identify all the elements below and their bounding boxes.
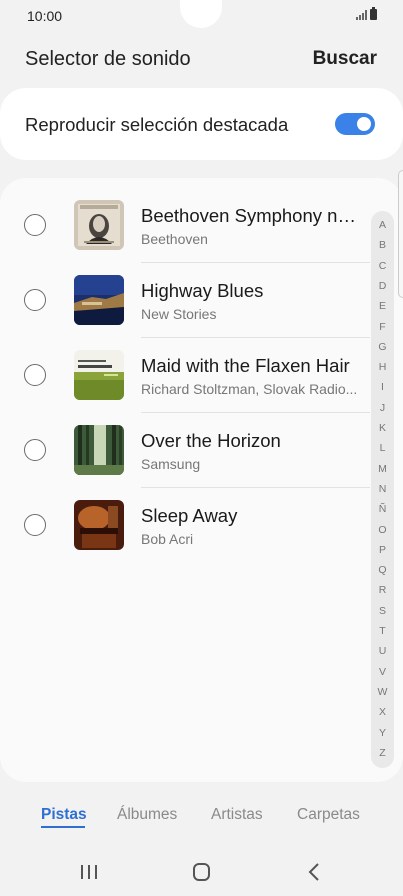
- radio-button[interactable]: [24, 514, 46, 536]
- index-letter[interactable]: E: [371, 300, 394, 312]
- index-letter[interactable]: W: [371, 686, 394, 698]
- track-artist: Samsung: [141, 456, 201, 472]
- page-title: Selector de sonido: [25, 48, 191, 70]
- tab-carpetas[interactable]: Carpetas: [297, 806, 360, 824]
- index-letter[interactable]: M: [371, 463, 394, 475]
- track-artist: Bob Acri: [141, 531, 194, 547]
- index-letter[interactable]: D: [371, 280, 394, 292]
- index-letter[interactable]: Z: [371, 747, 394, 759]
- radio-button[interactable]: [24, 289, 46, 311]
- track-artist: Richard Stoltzman, Slovak Radio...: [141, 381, 358, 397]
- list-item[interactable]: Sleep Away Bob Acri: [0, 478, 403, 553]
- radio-button[interactable]: [24, 214, 46, 236]
- highlight-setting-label: Reproducir selección destacada: [25, 114, 289, 135]
- index-letter[interactable]: Q: [371, 564, 394, 576]
- index-letter[interactable]: G: [371, 341, 394, 353]
- back-icon: [308, 863, 319, 881]
- radio-button[interactable]: [24, 439, 46, 461]
- index-letter[interactable]: K: [371, 422, 394, 434]
- track-title: Maid with the Flaxen Hair: [141, 355, 350, 376]
- search-button[interactable]: Buscar: [313, 48, 377, 70]
- track-list: Beethoven Symphony no.... Beethoven High…: [0, 178, 403, 782]
- highlight-toggle[interactable]: [335, 113, 375, 135]
- battery-icon: [370, 7, 377, 20]
- track-title: Over the Horizon: [141, 430, 281, 451]
- tab-pistas[interactable]: Pistas: [41, 806, 87, 824]
- home-button[interactable]: [182, 858, 222, 886]
- index-letter[interactable]: Ñ: [371, 503, 394, 515]
- recent-apps-button[interactable]: [69, 858, 109, 886]
- list-item[interactable]: Over the Horizon Samsung: [0, 403, 403, 488]
- edge-panel-handle[interactable]: [398, 170, 403, 298]
- album-cover: [74, 425, 124, 475]
- track-title: Beethoven Symphony no....: [141, 205, 366, 226]
- index-letter[interactable]: I: [371, 381, 394, 393]
- status-icons: [356, 7, 377, 20]
- index-letter[interactable]: U: [371, 645, 394, 657]
- index-letter[interactable]: C: [371, 260, 394, 272]
- index-letter[interactable]: A: [371, 219, 394, 231]
- index-letter[interactable]: B: [371, 239, 394, 251]
- active-tab-indicator: [41, 826, 85, 828]
- toggle-knob: [355, 115, 373, 133]
- signal-icon: [356, 10, 367, 20]
- track-title: Sleep Away: [141, 505, 238, 526]
- track-title: Highway Blues: [141, 280, 264, 301]
- index-letter[interactable]: F: [371, 321, 394, 333]
- alphabet-index-scroller[interactable]: ABCDEFGHIJKLMNÑOPQRSTUVWXYZ: [371, 211, 394, 768]
- list-item[interactable]: Beethoven Symphony no.... Beethoven: [0, 178, 403, 263]
- index-letter[interactable]: N: [371, 483, 394, 495]
- list-item[interactable]: Highway Blues New Stories: [0, 253, 403, 338]
- tab-albumes[interactable]: Álbumes: [117, 806, 177, 824]
- index-letter[interactable]: O: [371, 524, 394, 536]
- index-letter[interactable]: X: [371, 706, 394, 718]
- status-time: 10:00: [27, 8, 63, 24]
- status-bar: 10:00: [0, 0, 403, 32]
- album-cover: [74, 350, 124, 400]
- index-letter[interactable]: L: [371, 442, 394, 454]
- recent-apps-icon: [81, 865, 97, 879]
- album-cover: [74, 275, 124, 325]
- index-letter[interactable]: H: [371, 361, 394, 373]
- album-cover: [74, 500, 124, 550]
- highlight-setting-card: Reproducir selección destacada: [0, 88, 403, 160]
- camera-notch: [180, 0, 222, 28]
- index-letter[interactable]: S: [371, 605, 394, 617]
- index-letter[interactable]: T: [371, 625, 394, 637]
- index-letter[interactable]: J: [371, 402, 394, 414]
- back-button[interactable]: [294, 858, 334, 886]
- track-artist: New Stories: [141, 306, 217, 322]
- tab-artistas[interactable]: Artistas: [211, 806, 263, 824]
- track-artist: Beethoven: [141, 231, 208, 247]
- index-letter[interactable]: V: [371, 666, 394, 678]
- radio-button[interactable]: [24, 364, 46, 386]
- index-letter[interactable]: R: [371, 584, 394, 596]
- album-cover: [74, 200, 124, 250]
- list-item[interactable]: Maid with the Flaxen Hair Richard Stoltz…: [0, 328, 403, 413]
- index-letter[interactable]: P: [371, 544, 394, 556]
- index-letter[interactable]: Y: [371, 727, 394, 739]
- home-icon: [193, 863, 210, 881]
